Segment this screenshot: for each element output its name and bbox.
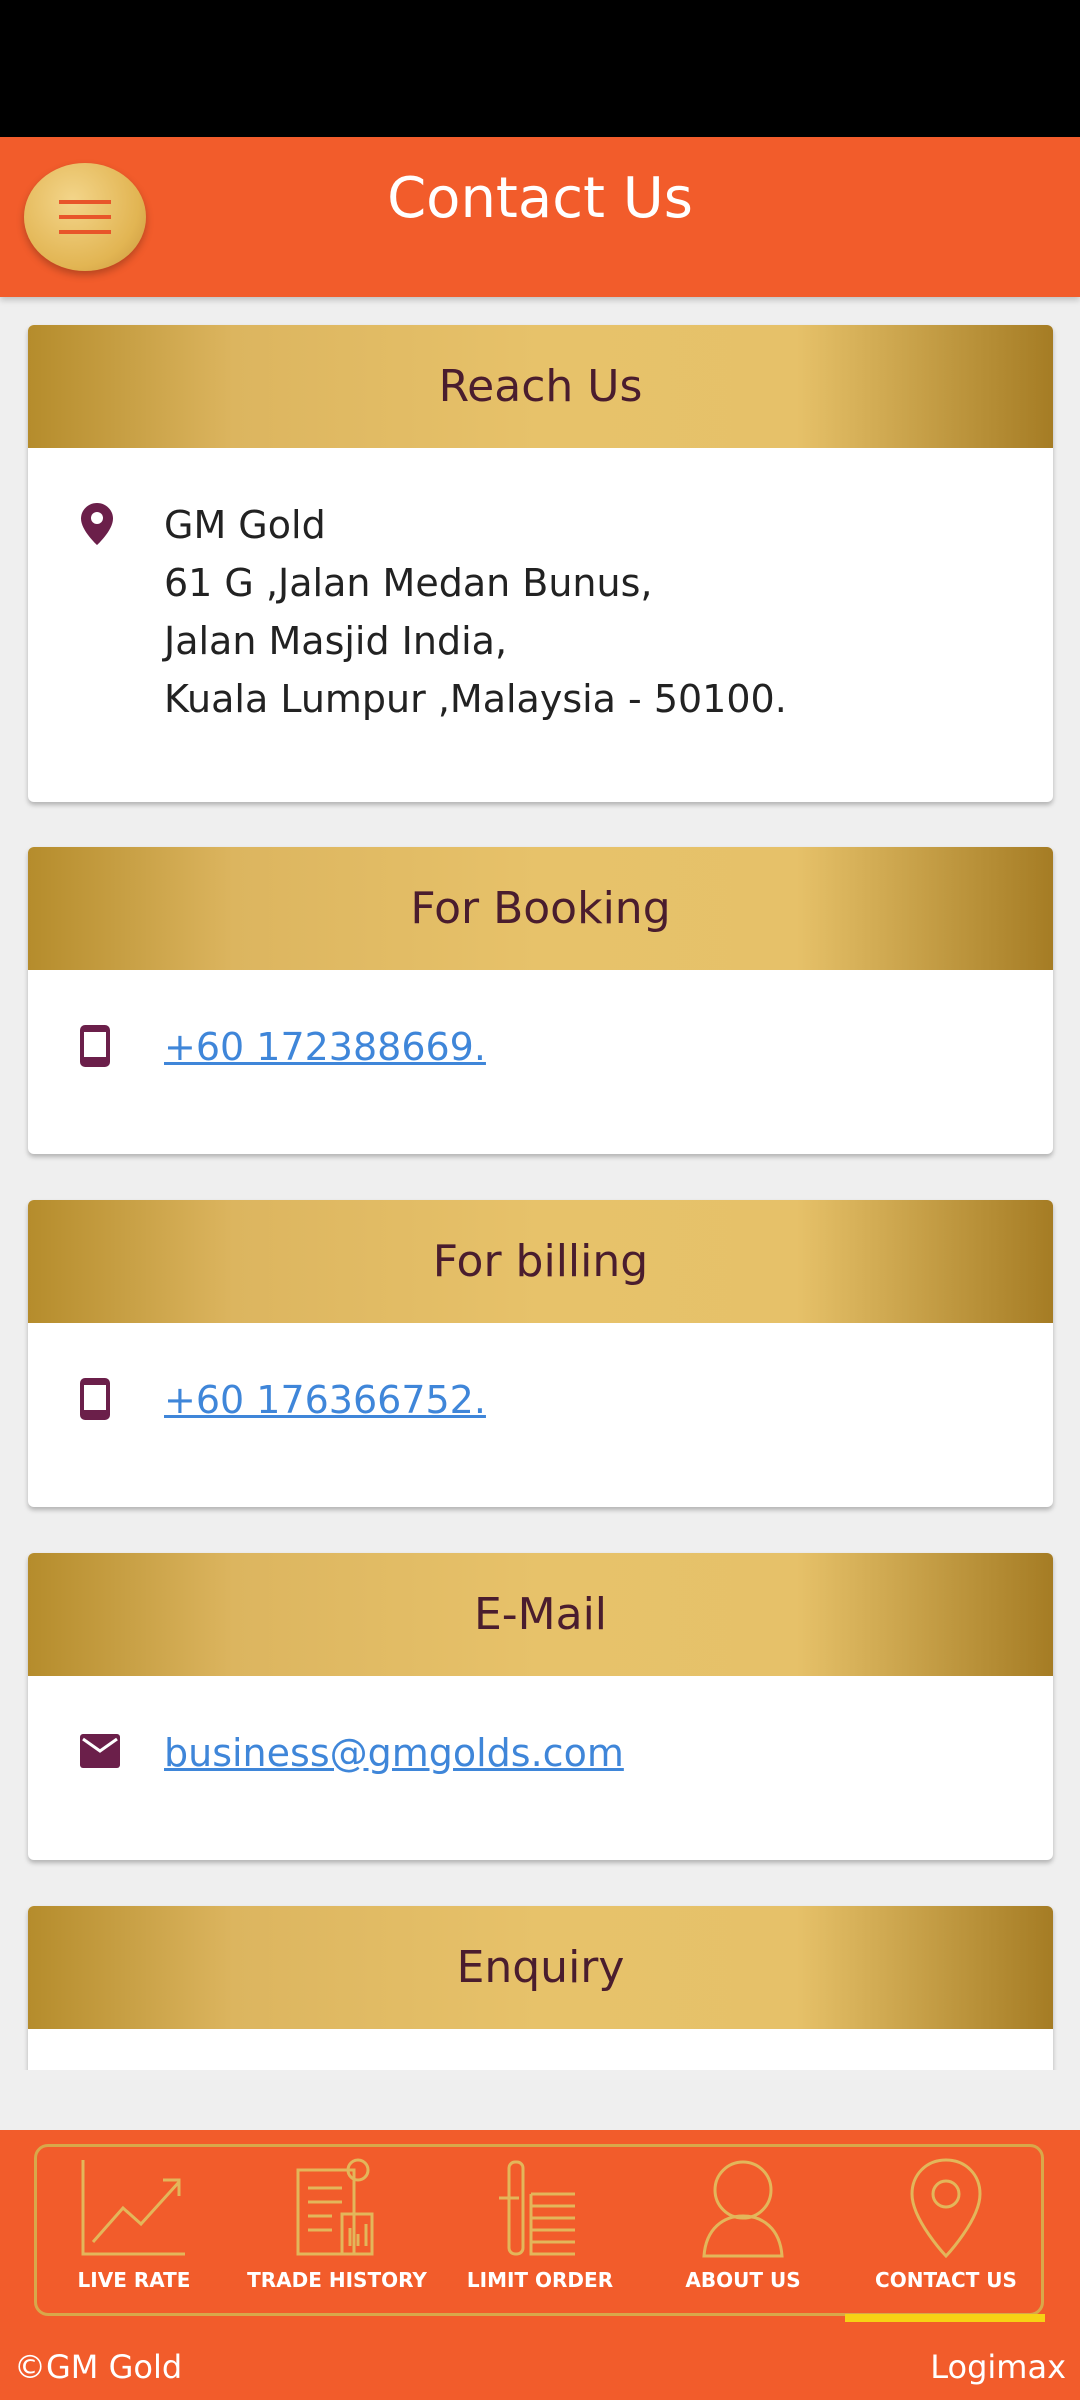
active-tab-indicator <box>845 2314 1045 2322</box>
enquiry-heading: Enquiry <box>28 1906 1053 2029</box>
nav-label: LIVE RATE <box>77 2268 191 2292</box>
nav-label: LIMIT ORDER <box>466 2268 614 2292</box>
nav-label: CONTACT US <box>875 2268 1017 2292</box>
receipt-icon <box>296 2158 374 2256</box>
hamburger-menu-icon <box>59 200 111 234</box>
copyright-text: ©GM Gold <box>14 2348 183 2386</box>
page-title: Contact Us <box>387 166 693 231</box>
order-list-icon <box>499 2160 575 2256</box>
location-pin-icon <box>910 2158 982 2258</box>
nav-about-us[interactable]: ABOUT US <box>643 2144 843 2316</box>
nav-label: ABOUT US <box>685 2268 801 2292</box>
nav-limit-order[interactable]: LIMIT ORDER <box>440 2144 640 2316</box>
booking-heading: For Booking <box>28 847 1053 970</box>
email-link[interactable]: business@gmgolds.com <box>164 1724 624 1782</box>
contact-list[interactable]: Reach Us GM Gold 61 G ,Jalan Medan Bunus… <box>0 297 1080 2070</box>
reach-us-heading: Reach Us <box>28 325 1053 448</box>
mail-icon <box>80 1734 120 1768</box>
email-card: E-Mail business@gmgolds.com <box>28 1553 1053 1860</box>
billing-phone-link[interactable]: +60 176366752. <box>164 1371 486 1429</box>
booking-card: For Booking +60 172388669. <box>28 847 1053 1154</box>
bottom-navigation: LIVE RATE TRADE HISTORY LIMIT ORDER ABOU… <box>0 2130 1080 2340</box>
reach-us-card: Reach Us GM Gold 61 G ,Jalan Medan Bunus… <box>28 325 1053 802</box>
app-header: Contact Us <box>0 137 1080 297</box>
chart-trend-icon <box>81 2160 185 2256</box>
enquiry-card: Enquiry <box>28 1906 1053 2070</box>
menu-button[interactable] <box>24 163 146 271</box>
person-icon <box>702 2160 784 2258</box>
booking-phone-link[interactable]: +60 172388669. <box>164 1018 486 1076</box>
mobile-phone-icon <box>80 1378 110 1420</box>
nav-trade-history[interactable]: TRADE HISTORY <box>237 2144 437 2316</box>
footer: ©GM Gold Logimax <box>0 2340 1080 2400</box>
nav-label: TRADE HISTORY <box>247 2268 427 2292</box>
location-pin-icon <box>81 503 113 545</box>
billing-heading: For billing <box>28 1200 1053 1323</box>
status-bar <box>0 0 1080 137</box>
nav-contact-us[interactable]: CONTACT US <box>846 2144 1046 2316</box>
address-text: GM Gold 61 G ,Jalan Medan Bunus, Jalan M… <box>164 503 787 721</box>
nav-live-rate[interactable]: LIVE RATE <box>34 2144 234 2316</box>
mobile-phone-icon <box>80 1025 110 1067</box>
developer-text: Logimax <box>930 2348 1066 2386</box>
billing-card: For billing +60 176366752. <box>28 1200 1053 1507</box>
email-heading: E-Mail <box>28 1553 1053 1676</box>
